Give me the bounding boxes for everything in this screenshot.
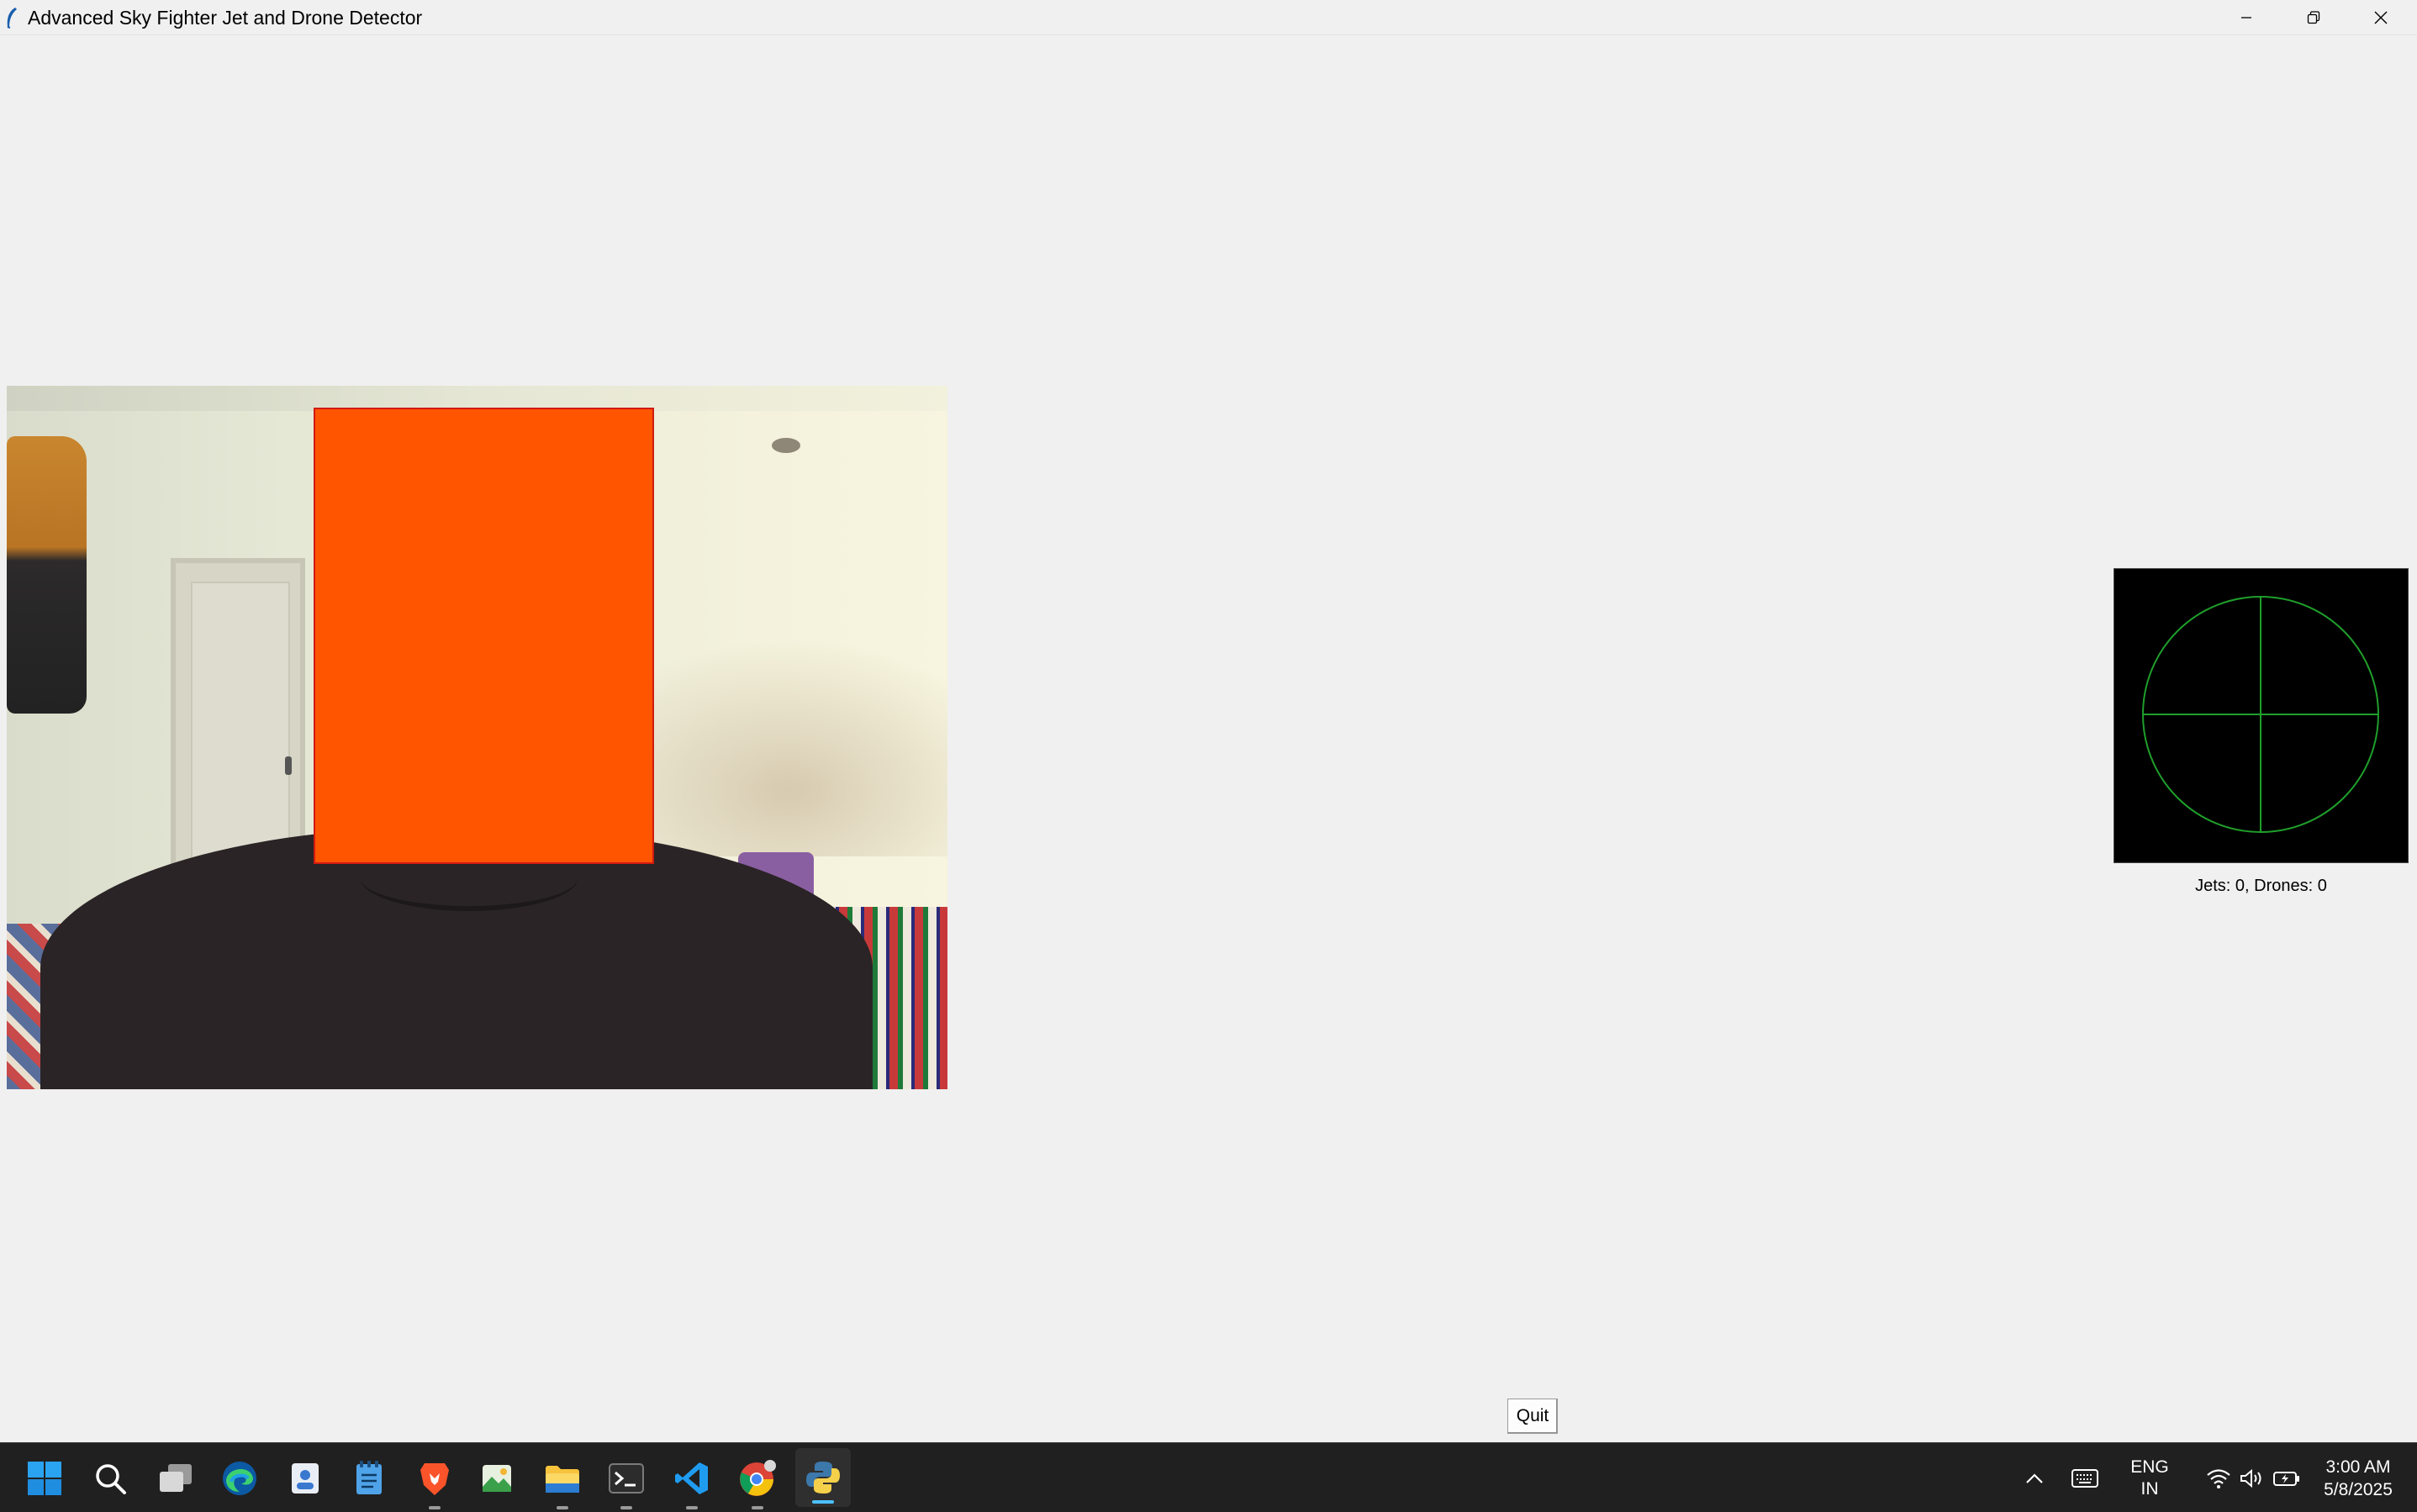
file-explorer-icon xyxy=(546,1465,579,1493)
windows-start-icon xyxy=(28,1461,61,1495)
start-button[interactable] xyxy=(17,1443,72,1512)
feed-door-handle xyxy=(285,756,292,775)
notepad-icon xyxy=(356,1460,382,1494)
task-view-button[interactable] xyxy=(148,1443,203,1512)
minimize-icon xyxy=(2241,17,2251,18)
keyboard-icon xyxy=(2071,1468,2098,1488)
minimize-button[interactable] xyxy=(2213,0,2280,35)
close-button[interactable] xyxy=(2347,0,2414,35)
vscode-icon xyxy=(675,1462,708,1494)
running-indicator xyxy=(620,1506,632,1509)
quit-button[interactable]: Quit xyxy=(1507,1399,1558,1434)
title-bar[interactable]: Advanced Sky Fighter Jet and Drone Detec… xyxy=(0,0,2417,35)
quick-settings-button[interactable] xyxy=(2190,1443,2316,1512)
contacts-app-icon xyxy=(292,1462,319,1494)
photos-app-icon xyxy=(483,1464,511,1492)
brave-browser-icon xyxy=(420,1462,449,1495)
task-view-icon xyxy=(160,1463,192,1492)
volume-icon xyxy=(2240,1468,2261,1488)
taskbar-terminal[interactable] xyxy=(599,1443,654,1512)
taskbar-vscode[interactable] xyxy=(664,1443,720,1512)
taskbar-file-explorer[interactable] xyxy=(535,1443,590,1512)
close-icon xyxy=(2374,11,2388,24)
taskbar-python-app[interactable] xyxy=(795,1448,851,1507)
python-app-icon xyxy=(806,1462,840,1494)
show-hidden-icons-button[interactable] xyxy=(2018,1443,2051,1512)
language-code: ENG xyxy=(2130,1457,2169,1477)
taskbar-brave[interactable] xyxy=(407,1443,462,1512)
taskbar-edge[interactable] xyxy=(212,1443,267,1512)
clock-time: 3:00 AM xyxy=(2325,1457,2391,1477)
taskbar-notepad[interactable] xyxy=(341,1443,397,1512)
chrome-icon xyxy=(740,1459,776,1496)
camera-feed xyxy=(7,386,947,1089)
chevron-up-icon xyxy=(2026,1472,2043,1483)
taskbar-contacts[interactable] xyxy=(277,1443,333,1512)
face-redaction-box xyxy=(314,408,654,864)
taskbar-chrome[interactable] xyxy=(730,1443,785,1512)
running-indicator xyxy=(429,1506,441,1509)
clock-date: 5/8/2025 xyxy=(2324,1479,2393,1499)
taskbar-photos[interactable] xyxy=(469,1443,525,1512)
language-indicator[interactable]: ENG IN xyxy=(2124,1443,2175,1512)
taskbar: ENG IN 3:00 AM 5/8/2025 xyxy=(0,1442,2417,1512)
radar-scope xyxy=(2142,596,2379,833)
clock[interactable]: 3:00 AM 5/8/2025 xyxy=(2308,1443,2409,1512)
battery-charging-icon xyxy=(2273,1471,2299,1486)
running-indicator xyxy=(752,1506,763,1509)
active-indicator xyxy=(812,1500,834,1504)
terminal-icon xyxy=(609,1462,644,1494)
region-code: IN xyxy=(2140,1478,2159,1499)
restore-icon xyxy=(2307,11,2320,24)
restore-button[interactable] xyxy=(2280,0,2347,35)
feed-hanging-clothes xyxy=(7,436,87,714)
search-button[interactable] xyxy=(82,1443,138,1512)
wifi-icon xyxy=(2207,1468,2230,1488)
feather-app-icon xyxy=(7,8,17,29)
edge-icon xyxy=(223,1461,256,1495)
running-indicator xyxy=(557,1506,568,1509)
feed-wall-insect xyxy=(772,438,800,453)
search-icon xyxy=(96,1463,126,1494)
radar-display xyxy=(2114,568,2409,863)
touch-keyboard-button[interactable] xyxy=(2064,1443,2106,1512)
detection-counts: Jets: 0, Drones: 0 xyxy=(2195,877,2327,895)
running-indicator xyxy=(686,1506,698,1509)
window-title: Advanced Sky Fighter Jet and Drone Detec… xyxy=(28,7,423,29)
